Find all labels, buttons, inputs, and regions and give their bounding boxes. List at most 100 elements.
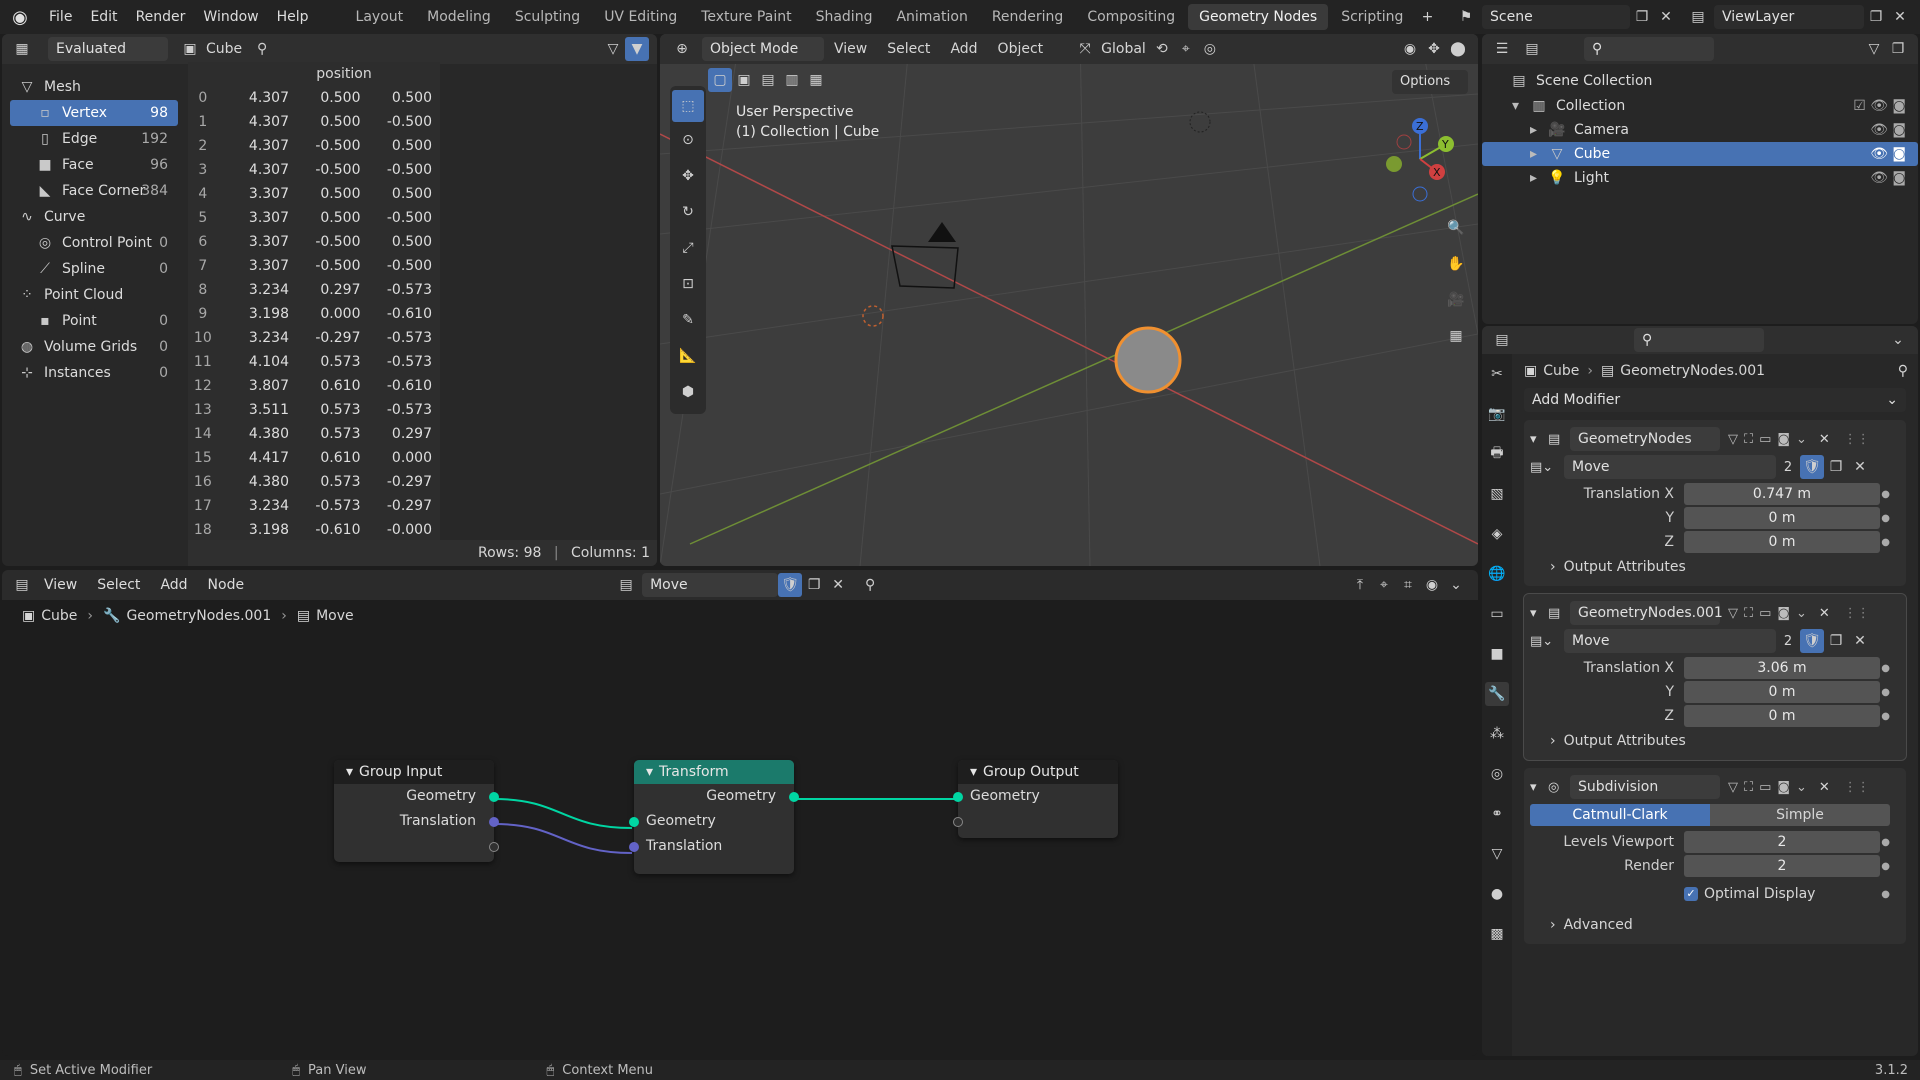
collapse-arrow-icon[interactable]: ▾ <box>1530 432 1548 447</box>
translation-x-field[interactable]: 3.06 m <box>1684 657 1880 679</box>
camera-view-icon[interactable]: 🎥 <box>1444 282 1468 318</box>
tab-animation[interactable]: Animation <box>885 4 978 30</box>
remove-viewlayer-icon[interactable]: ✕ <box>1888 5 1912 29</box>
socket-empty[interactable] <box>953 817 963 827</box>
new-viewlayer-icon[interactable]: ❐ <box>1864 5 1888 29</box>
advanced-panel[interactable]: › Advanced <box>1524 912 1906 938</box>
modifier-tab-icon[interactable]: 🔧 <box>1485 682 1509 706</box>
collection-toggles[interactable]: ☑ 👁 ◙ <box>1853 98 1906 114</box>
pin-icon[interactable]: ⚲ <box>250 37 274 61</box>
socket-geometry-in[interactable] <box>953 792 963 802</box>
scene-tab-icon[interactable]: ◈ <box>1485 522 1509 546</box>
remove-modifier-icon[interactable]: ✕ <box>1819 780 1830 795</box>
tab-texture-paint[interactable]: Texture Paint <box>690 4 802 30</box>
data-tab-icon[interactable]: ▽ <box>1485 842 1509 866</box>
output-tab-icon[interactable]: 🖶 <box>1485 442 1509 466</box>
visibility-toggles[interactable]: 👁 ◙ <box>1870 170 1906 186</box>
properties-editor-type-icon[interactable]: ▤ <box>1490 328 1514 352</box>
add-workspace-icon[interactable]: + <box>1415 5 1439 29</box>
tree-item-volume-grids[interactable]: ◍ Volume Grids 0 <box>10 334 178 360</box>
filter-icon[interactable]: ▽ <box>601 37 625 61</box>
collection-item[interactable]: ▾ ▥ Collection ☑ 👁 ◙ <box>1482 94 1918 118</box>
translation-x-field[interactable]: 0.747 m <box>1684 483 1880 505</box>
properties-options-icon[interactable]: ⌄ <box>1886 328 1910 352</box>
outliner-item-light[interactable]: ▸ 💡 Light 👁 ◙ <box>1482 166 1918 190</box>
tree-item-spline[interactable]: ⟋ Spline 0 <box>10 256 178 282</box>
simple-option[interactable]: Simple <box>1710 804 1890 826</box>
remove-modifier-icon[interactable]: ✕ <box>1819 432 1830 447</box>
zoom-icon[interactable]: 🔍 <box>1444 210 1468 246</box>
tree-item-edge[interactable]: ▯ Edge 192 <box>10 126 178 152</box>
viewlayer-icon[interactable]: ▤ <box>1686 5 1710 29</box>
duplicate-icon[interactable]: ❐ <box>1824 629 1848 653</box>
socket-translation-out[interactable] <box>489 817 499 827</box>
tree-item-face-corner[interactable]: ◣ Face Corner 384 <box>10 178 178 204</box>
tab-modeling[interactable]: Modeling <box>416 4 502 30</box>
translation-y-field[interactable]: 0 m <box>1684 681 1880 703</box>
texture-tab-icon[interactable]: ▩ <box>1485 922 1509 946</box>
socket-empty[interactable] <box>489 842 499 852</box>
fake-user-icon[interactable]: 🛡 <box>1800 629 1824 653</box>
collapse-arrow-icon[interactable]: ▾ <box>1530 606 1548 621</box>
view-layer-tab-icon[interactable]: ▧ <box>1485 482 1509 506</box>
viewlayer-field[interactable]: ViewLayer <box>1714 5 1864 29</box>
tab-shading[interactable]: Shading <box>805 4 884 30</box>
navigation-gizmo[interactable]: Z Y X <box>1380 114 1460 204</box>
catmull-clark-option[interactable]: Catmull-Clark <box>1530 804 1710 826</box>
properties-search-input[interactable]: ⚲ <box>1634 328 1764 352</box>
node-group-input[interactable]: ▾ Group Input Geometry Translation <box>334 760 499 862</box>
tree-item-vertex[interactable]: ▫ Vertex 98 <box>10 100 178 126</box>
modifier-toggle-icons[interactable]: ▽⛶▭◙⌄ <box>1728 780 1813 795</box>
tab-rendering[interactable]: Rendering <box>981 4 1075 30</box>
remove-scene-icon[interactable]: ✕ <box>1654 5 1678 29</box>
menu-help[interactable]: Help <box>268 0 318 34</box>
viewport-3d[interactable]: ⊕ Object Mode View Select Add Object ⤧ G… <box>660 34 1478 566</box>
drag-handle-icon[interactable]: ⋮⋮ <box>1844 780 1870 795</box>
translation-y-field[interactable]: 0 m <box>1684 507 1880 529</box>
column-header-position[interactable]: position <box>188 62 440 86</box>
visibility-toggles[interactable]: 👁 ◙ <box>1870 146 1906 162</box>
node-transform[interactable]: ▾ Transform Geometry Geometry Translation <box>629 760 799 874</box>
node-group-output[interactable]: ▾ Group Output Geometry <box>953 760 1118 838</box>
scene-icon[interactable]: ⚑ <box>1454 5 1478 29</box>
node-group-icon[interactable]: ▤⌄ <box>1530 634 1564 649</box>
socket-geometry-out[interactable] <box>489 792 499 802</box>
tree-item-face[interactable]: ■ Face 96 <box>10 152 178 178</box>
socket-translation-in[interactable] <box>629 842 639 852</box>
levels-viewport-field[interactable]: 2 <box>1684 831 1880 853</box>
unlink-icon[interactable]: ✕ <box>1848 455 1872 479</box>
remove-modifier-icon[interactable]: ✕ <box>1819 606 1830 621</box>
expand-arrow-icon[interactable]: ▸ <box>1530 170 1548 186</box>
tree-item-control-point[interactable]: ◎ Control Point 0 <box>10 230 178 256</box>
tab-sculpting[interactable]: Sculpting <box>504 4 591 30</box>
selected-only-icon[interactable]: ▼ <box>625 37 649 61</box>
tab-uv-editing[interactable]: UV Editing <box>593 4 688 30</box>
modifier-name-field[interactable]: GeometryNodes.001 <box>1570 601 1723 625</box>
translation-z-field[interactable]: 0 m <box>1684 531 1880 553</box>
duplicate-icon[interactable]: ❐ <box>1824 455 1848 479</box>
editor-type-icon[interactable]: ▦ <box>10 37 34 61</box>
unlink-icon[interactable]: ✕ <box>1848 629 1872 653</box>
scene-collection-item[interactable]: ▤ Scene Collection <box>1482 68 1918 94</box>
fake-user-icon[interactable]: 🛡 <box>1800 455 1824 479</box>
expand-arrow-icon[interactable]: ▸ <box>1530 146 1548 162</box>
physics-tab-icon[interactable]: ◎ <box>1485 762 1509 786</box>
evaluation-mode-select[interactable]: Evaluated <box>48 37 168 61</box>
modifier-name-field[interactable]: Subdivision <box>1570 775 1720 799</box>
pin-icon[interactable]: ⚲ <box>1898 363 1908 379</box>
menu-render[interactable]: Render <box>127 0 195 34</box>
drag-handle-icon[interactable]: ⋮⋮ <box>1844 432 1870 447</box>
menu-edit[interactable]: Edit <box>81 0 126 34</box>
tree-item-point[interactable]: ▪ Point 0 <box>10 308 178 334</box>
render-tab-icon[interactable]: 📷 <box>1485 402 1509 426</box>
modifier-toggle-icons[interactable]: ▽⛶▭◙⌄ <box>1728 606 1813 621</box>
node-group-field[interactable]: Move <box>1564 455 1776 479</box>
outliner-filter-icon[interactable]: ▽ <box>1862 37 1886 61</box>
new-collection-icon[interactable]: ❐ <box>1886 37 1910 61</box>
tree-item-instances[interactable]: ⊹ Instances 0 <box>10 360 178 386</box>
render-levels-field[interactable]: 2 <box>1684 855 1880 877</box>
outliner-editor-type-icon[interactable]: ☰ <box>1490 37 1514 61</box>
modifier-name-field[interactable]: GeometryNodes <box>1570 427 1720 451</box>
blender-logo-icon[interactable]: ◉ <box>0 7 40 28</box>
menu-window[interactable]: Window <box>194 0 267 34</box>
